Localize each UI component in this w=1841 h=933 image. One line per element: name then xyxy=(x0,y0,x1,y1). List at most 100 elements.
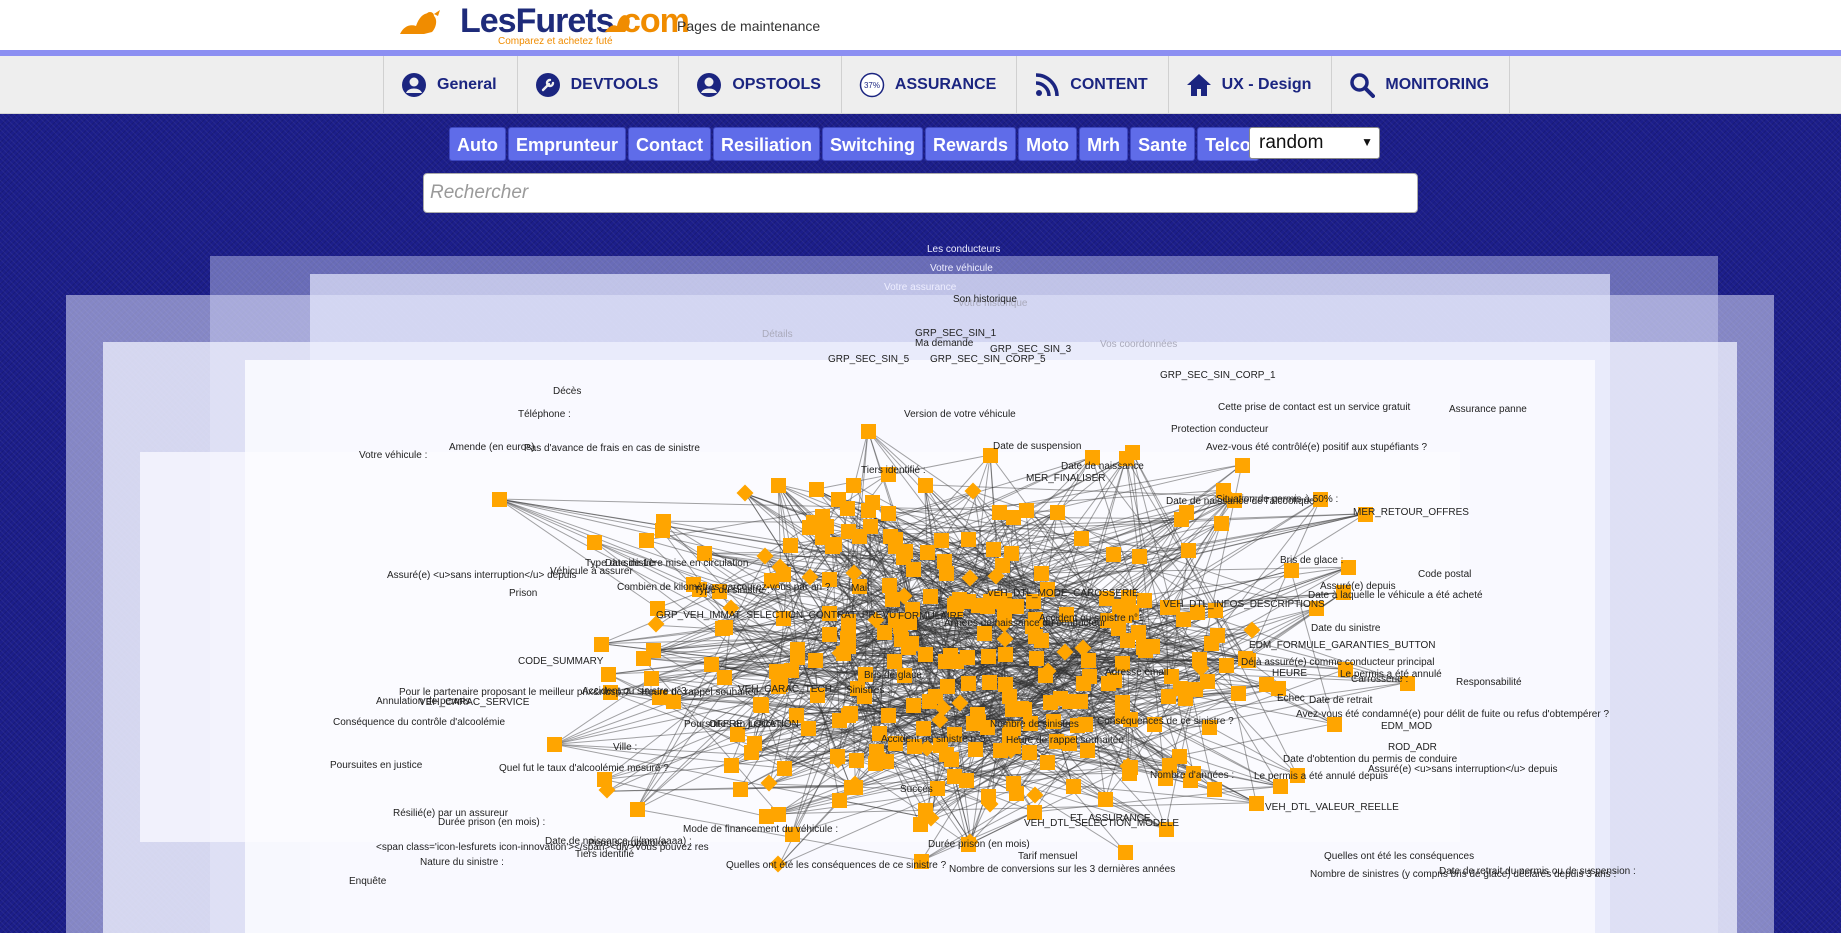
graph-node[interactable] xyxy=(881,506,896,521)
graph-node[interactable] xyxy=(998,647,1013,662)
graph-node[interactable] xyxy=(815,530,830,545)
graph-node[interactable] xyxy=(809,482,824,497)
graph-node[interactable] xyxy=(947,769,962,784)
graph-node[interactable] xyxy=(831,492,846,507)
graph-node[interactable] xyxy=(1161,689,1176,704)
graph-node[interactable] xyxy=(887,654,902,669)
graph-node[interactable] xyxy=(733,782,748,797)
graph-node[interactable] xyxy=(920,545,935,560)
graph-node[interactable] xyxy=(1207,782,1222,797)
graph-node[interactable] xyxy=(898,544,913,559)
graph-node[interactable] xyxy=(771,807,786,822)
graph-node[interactable] xyxy=(1219,658,1234,673)
graph-node[interactable] xyxy=(639,533,654,548)
graph-node[interactable] xyxy=(1192,652,1207,667)
graph-node[interactable] xyxy=(1204,636,1219,651)
graph-node[interactable] xyxy=(986,542,1001,557)
graph-node[interactable] xyxy=(1009,786,1024,801)
graph-node[interactable] xyxy=(753,697,768,712)
graph-node[interactable] xyxy=(1034,566,1049,581)
graph-node[interactable] xyxy=(1125,445,1140,460)
filter-button-emprunteur[interactable]: Emprunteur xyxy=(507,127,626,161)
graph-node[interactable] xyxy=(1174,512,1189,527)
graph-node[interactable] xyxy=(1098,792,1113,807)
graph-node[interactable] xyxy=(717,670,732,685)
graph-node[interactable] xyxy=(982,675,997,690)
graph-node[interactable] xyxy=(1066,779,1081,794)
graph-node[interactable] xyxy=(981,649,996,664)
graph-node[interactable] xyxy=(784,663,799,678)
graph-node[interactable] xyxy=(783,538,798,553)
graph-node[interactable] xyxy=(1062,694,1077,709)
graph-node[interactable] xyxy=(865,495,880,510)
graph-node[interactable] xyxy=(1137,593,1152,608)
graph-node[interactable] xyxy=(918,478,933,493)
nav-item-assurance[interactable]: 37% ASSURANCE xyxy=(842,56,1018,113)
graph-node[interactable] xyxy=(655,523,670,538)
graph-node[interactable] xyxy=(940,679,955,694)
graph-node[interactable] xyxy=(1074,531,1089,546)
graph-node[interactable] xyxy=(1214,516,1229,531)
layout-select[interactable]: random ▼ xyxy=(1249,127,1380,159)
filter-button-resiliation[interactable]: Resiliation xyxy=(713,127,821,161)
graph-node[interactable] xyxy=(587,535,602,550)
graph-node[interactable] xyxy=(869,744,884,759)
graph-node[interactable] xyxy=(961,532,976,547)
nav-item-content[interactable]: CONTENT xyxy=(1017,56,1169,113)
graph-node[interactable] xyxy=(1145,639,1160,654)
graph-node[interactable] xyxy=(832,793,847,808)
graph-node[interactable] xyxy=(846,478,861,493)
graph-node[interactable] xyxy=(1235,458,1250,473)
lesfurets-logo[interactable]: LesFurets.com Comparez et achetez futé xyxy=(398,2,690,50)
nav-item-monitoring[interactable]: MONITORING xyxy=(1332,56,1511,113)
graph-node[interactable] xyxy=(644,671,659,686)
filter-button-switching[interactable]: Switching xyxy=(822,127,924,161)
graph-node[interactable] xyxy=(1082,669,1097,684)
graph-node[interactable] xyxy=(1118,845,1133,860)
filter-button-rewards[interactable]: Rewards xyxy=(925,127,1017,161)
graph-node[interactable] xyxy=(1029,651,1044,666)
graph-node[interactable] xyxy=(777,761,792,776)
graph-node[interactable] xyxy=(1005,702,1020,717)
graph-node[interactable] xyxy=(1178,691,1193,706)
nav-item-ux-design[interactable]: UX - Design xyxy=(1169,56,1333,113)
graph-node[interactable] xyxy=(808,653,823,668)
graph-node[interactable] xyxy=(1050,505,1065,520)
graph-node[interactable] xyxy=(906,698,921,713)
graph-node[interactable] xyxy=(992,505,1007,520)
graph-node[interactable] xyxy=(1004,546,1019,561)
graph-node[interactable] xyxy=(1249,796,1264,811)
graph-node[interactable] xyxy=(806,515,821,530)
nav-item-devtools[interactable]: DEVTOOLS xyxy=(518,56,680,113)
graph-node[interactable] xyxy=(1112,599,1127,614)
graph-visualization[interactable]: Les conducteurs Votre véhicule Votre ass… xyxy=(0,240,1841,933)
graph-node[interactable] xyxy=(923,589,938,604)
graph-node[interactable] xyxy=(1038,668,1053,683)
nav-item-opstools[interactable]: OPSTOOLS xyxy=(679,56,842,113)
graph-node[interactable] xyxy=(822,627,837,642)
graph-node[interactable] xyxy=(934,533,949,548)
graph-node[interactable] xyxy=(943,648,958,663)
graph-node[interactable] xyxy=(960,650,975,665)
graph-node[interactable] xyxy=(877,625,892,640)
graph-node[interactable] xyxy=(594,637,609,652)
graph-node[interactable] xyxy=(939,747,954,762)
graph-node[interactable] xyxy=(1002,689,1017,704)
graph-node[interactable] xyxy=(771,478,786,493)
graph-node[interactable] xyxy=(1122,766,1137,781)
graph-node[interactable] xyxy=(704,657,719,672)
graph-node[interactable] xyxy=(970,707,985,722)
graph-node[interactable] xyxy=(724,758,739,773)
graph-node[interactable] xyxy=(937,554,952,569)
filter-button-contact[interactable]: Contact xyxy=(628,127,711,161)
graph-node[interactable] xyxy=(849,753,864,768)
graph-node[interactable] xyxy=(1101,676,1116,691)
graph-node[interactable] xyxy=(881,708,896,723)
filter-button-moto[interactable]: Moto xyxy=(1018,127,1078,161)
graph-node[interactable] xyxy=(492,492,507,507)
graph-node[interactable] xyxy=(790,650,805,665)
graph-node[interactable] xyxy=(904,636,919,651)
filter-button-sante[interactable]: Sante xyxy=(1130,127,1196,161)
graph-node[interactable] xyxy=(863,519,878,534)
graph-node[interactable] xyxy=(885,592,900,607)
